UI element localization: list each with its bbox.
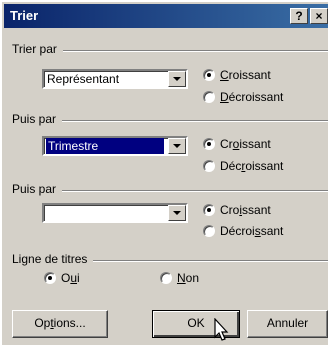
mouse-pointer-icon (214, 318, 229, 341)
radio-dot (160, 272, 172, 284)
sort-key-1-value: Représentant (47, 72, 120, 86)
chevron-down-icon (173, 77, 181, 81)
yes-label: Oui (61, 271, 80, 285)
header-row-group: Ligne de titres Oui Non (12, 252, 328, 292)
radio-dot (44, 272, 56, 284)
radio-dot (203, 204, 215, 216)
chevron-down-icon (173, 144, 181, 148)
title-bar[interactable]: Trier ? × (4, 4, 328, 28)
sort-key-1-label: Trier par (12, 42, 63, 56)
sort-key-2-label: Puis par (12, 112, 63, 126)
dropdown-arrow-button[interactable] (168, 205, 186, 221)
dropdown-arrow-button[interactable] (168, 138, 186, 154)
radio-dot (203, 91, 215, 103)
sort-key-2-value: Trimestre (46, 138, 164, 154)
chevron-down-icon (173, 211, 181, 215)
descending-label: Décroissant (220, 90, 284, 104)
dropdown-arrow-button[interactable] (168, 71, 186, 87)
radio-dot (203, 225, 215, 237)
radio-dot (203, 69, 215, 81)
sort-dialog: Trier ? × Trier par Représentant Croissa… (0, 0, 328, 345)
ascending-label: Croissant (220, 68, 271, 82)
no-label: Non (177, 271, 200, 285)
header-row-label: Ligne de titres (12, 252, 94, 266)
radio-dot (203, 160, 215, 172)
sort-key-3-dropdown[interactable] (42, 203, 188, 223)
sort-key-3-label: Puis par (12, 182, 63, 196)
radio-dot (203, 138, 215, 150)
window-title: Trier (10, 8, 39, 23)
sort-key-1-group: Trier par Représentant Croissant Décrois… (12, 42, 328, 112)
sort-key-3-group: Puis par Croissant Décroissant (12, 182, 328, 252)
ascending-label: Croissant (220, 137, 271, 151)
help-button[interactable]: ? (290, 8, 308, 24)
sort-key-1-dropdown[interactable]: Représentant (42, 69, 188, 89)
sort-key-2-group: Puis par Trimestre Croissant Décroissant (12, 112, 328, 182)
options-button[interactable]: Options... (12, 310, 108, 338)
descending-label: Décroissant (220, 224, 284, 238)
cancel-button[interactable]: Annuler (247, 310, 328, 338)
descending-label: Décroissant (220, 159, 284, 173)
close-button[interactable]: × (310, 8, 328, 24)
ascending-label: Croissant (220, 203, 271, 217)
sort-key-2-dropdown[interactable]: Trimestre (42, 136, 188, 156)
